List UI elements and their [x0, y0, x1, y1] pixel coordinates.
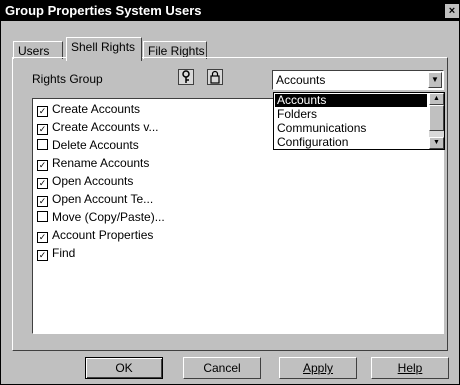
right-item-label: Create Accounts v...	[52, 120, 159, 134]
rights-group-select[interactable]: Accounts ▼	[272, 70, 444, 90]
ok-button[interactable]: OK	[85, 357, 163, 379]
dropdown-scrollbar[interactable]: ▲ ▼	[429, 93, 444, 149]
checkbox[interactable]: ✓	[37, 250, 48, 261]
dropdown-option-folders[interactable]: Folders	[275, 108, 427, 121]
lock-icon-glyph	[210, 70, 220, 84]
rights-group-selected-value: Accounts	[276, 73, 326, 87]
cancel-button[interactable]: Cancel	[183, 357, 261, 379]
scroll-up-icon[interactable]: ▲	[429, 93, 444, 105]
checkbox[interactable]	[37, 211, 48, 222]
right-item-label: Find	[52, 246, 76, 260]
right-item-label: Account Properties	[52, 228, 154, 242]
rights-group-label: Rights Group	[32, 72, 103, 86]
close-icon[interactable]: ×	[445, 4, 459, 18]
right-item[interactable]: ✓ Open Accounts	[37, 173, 133, 189]
window-title: Group Properties System Users	[5, 3, 202, 18]
right-item[interactable]: ✓ Find	[37, 245, 75, 261]
help-button[interactable]: Help	[371, 357, 449, 379]
group-properties-dialog: Group Properties System Users × Users Sh…	[0, 0, 460, 385]
dropdown-option-communications[interactable]: Communications	[275, 122, 427, 135]
right-item-label: Create Accounts	[52, 102, 141, 116]
right-item-label: Move (Copy/Paste)...	[52, 210, 165, 224]
rights-group-dropdown-list: Accounts Folders Communications Configur…	[273, 92, 445, 150]
right-item-label: Delete Accounts	[52, 138, 139, 152]
key-icon-glyph	[182, 70, 190, 83]
apply-button[interactable]: Apply	[279, 357, 357, 379]
checkbox[interactable]: ✓	[37, 160, 48, 171]
checkbox[interactable]: ✓	[37, 178, 48, 189]
right-item[interactable]: ✓ Open Account Te...	[37, 191, 153, 207]
checkbox[interactable]: ✓	[37, 124, 48, 135]
scrollbar-thumb[interactable]	[429, 105, 444, 131]
right-item[interactable]: ✓ Account Properties	[37, 227, 153, 243]
key-icon[interactable]	[178, 69, 194, 85]
right-item-label: Open Accounts	[52, 174, 134, 188]
right-item[interactable]: Move (Copy/Paste)...	[37, 209, 165, 225]
right-item[interactable]: ✓ Rename Accounts	[37, 155, 149, 171]
right-item[interactable]: ✓ Create Accounts	[37, 101, 140, 117]
checkbox[interactable]: ✓	[37, 196, 48, 207]
dropdown-option-accounts[interactable]: Accounts	[275, 94, 427, 107]
title-bar[interactable]: Group Properties System Users ×	[1, 1, 459, 21]
checkbox[interactable]: ✓	[37, 232, 48, 243]
scroll-down-icon[interactable]: ▼	[429, 137, 444, 149]
right-item-label: Open Account Te...	[52, 192, 154, 206]
chevron-down-icon[interactable]: ▼	[428, 72, 442, 88]
dropdown-option-configuration[interactable]: Configuration	[275, 136, 427, 149]
right-item[interactable]: ✓ Create Accounts v...	[37, 119, 159, 135]
tab-shell-rights[interactable]: Shell Rights	[66, 37, 142, 61]
right-item[interactable]: Delete Accounts	[37, 137, 139, 153]
checkbox[interactable]: ✓	[37, 106, 48, 117]
right-item-label: Rename Accounts	[52, 156, 150, 170]
lock-icon[interactable]	[207, 69, 223, 85]
checkbox[interactable]	[37, 139, 48, 150]
